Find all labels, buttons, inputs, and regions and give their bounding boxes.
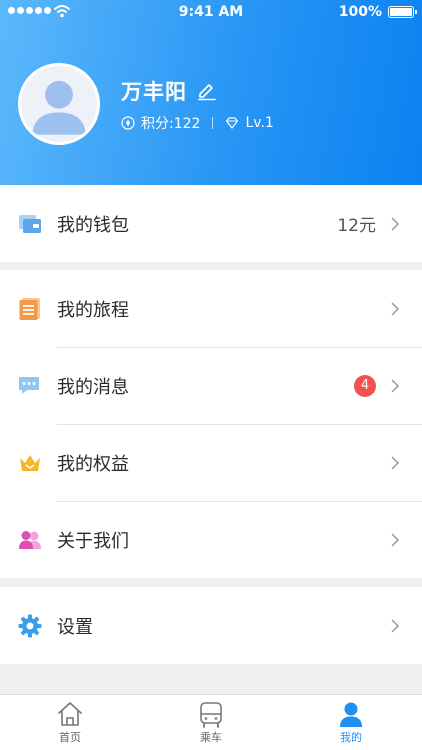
menu-item-label: 我的消息 [57,376,129,398]
menu-item-label: 我的钱包 [57,214,129,236]
edit-icon[interactable] [197,81,217,101]
user-icon [340,702,362,727]
chevron-right-icon [391,378,400,393]
meta-divider [212,117,214,129]
wallet-balance: 12元 [337,216,376,236]
menu-item-messages[interactable]: 我的消息 4 [0,347,422,424]
menu-item-wallet[interactable]: 我的钱包 12元 [0,185,422,262]
points-text: 积分:122 [141,116,201,132]
avatar[interactable] [18,63,100,145]
battery-icon [388,6,417,18]
wallet-icon [19,214,41,233]
tab-label: 首页 [59,731,81,744]
level-text: Lv.1 [245,115,274,131]
menu-item-label: 我的旅程 [57,299,129,321]
wallet-section: 我的钱包 12元 [0,185,422,262]
diamond-icon [226,117,239,129]
chevron-right-icon [391,301,400,316]
people-icon [19,530,41,549]
menu-item-label: 设置 [57,616,93,638]
menu-item-label: 我的权益 [57,453,129,475]
tab-ride[interactable]: 乘车 [161,695,261,750]
tab-home[interactable]: 首页 [20,695,120,750]
points-icon [121,116,135,130]
home-icon [58,702,82,726]
message-icon [19,376,39,394]
unread-badge: 4 [354,374,376,397]
menu-item-benefits[interactable]: 我的权益 [0,424,422,501]
chevron-right-icon [391,532,400,547]
bus-icon [200,702,222,728]
chevron-right-icon [391,618,400,633]
settings-section: 设置 [0,587,422,664]
tab-label: 乘车 [200,731,222,744]
menu-item-label: 关于我们 [57,530,129,552]
chevron-right-icon [391,455,400,470]
profile-header: 9:41 AM 100% 万丰阳 积分:122 Lv.1 [0,0,422,185]
battery-percent: 100% [338,4,382,20]
tab-mine[interactable]: 我的 [301,695,401,750]
trip-list-icon [19,297,40,320]
main-menu-section: 我的旅程 我的消息 4 我的权益 关于我们 [0,270,422,578]
menu-item-trips[interactable]: 我的旅程 [0,270,422,347]
menu-item-about[interactable]: 关于我们 [0,501,422,578]
chevron-right-icon [391,216,400,231]
default-avatar-icon [21,66,97,142]
user-name: 万丰阳 [121,80,187,104]
bottom-tab-bar: 首页 乘车 我的 [0,694,422,750]
crown-icon [20,454,40,471]
gear-icon [18,614,42,637]
status-bar: 9:41 AM 100% [0,0,422,24]
menu-item-settings[interactable]: 设置 [0,587,422,664]
tab-label: 我的 [340,731,362,744]
